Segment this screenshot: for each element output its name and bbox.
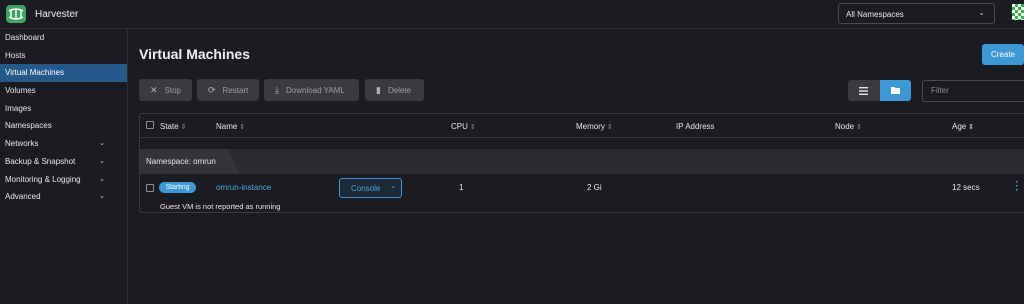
sidebar-item-volumes[interactable]: Volumes (0, 82, 127, 100)
sidebar-item-label: Monitoring & Logging (5, 174, 81, 184)
column-cpu-label: CPU (451, 122, 468, 131)
row-actions-kebab-icon[interactable]: · · · (1014, 178, 1020, 196)
sidebar-item-hosts[interactable]: Hosts (0, 47, 127, 65)
namespace-select-value: All Namespaces (846, 10, 904, 19)
restart-button[interactable]: ⟳ Restart (197, 79, 259, 101)
chevron-down-icon: ⌄ (978, 8, 985, 17)
column-memory-label: Memory (576, 122, 605, 131)
column-node[interactable]: Node ⇕ (835, 122, 862, 131)
sidebar-item-monitoring-logging[interactable]: Monitoring & Logging ⌄ (0, 171, 127, 189)
select-all-checkbox[interactable] (146, 121, 154, 129)
restart-label: Restart (222, 85, 249, 95)
download-yaml-button[interactable]: ⤓ Download YAML (264, 79, 359, 101)
column-memory[interactable]: Memory ⇕ (576, 122, 613, 131)
column-name[interactable]: Name ⇕ (216, 122, 245, 131)
download-icon: ⤓ (275, 84, 279, 95)
column-cpu[interactable]: CPU ⇕ (451, 122, 476, 131)
sidebar-item-advanced[interactable]: Advanced ⌄ (0, 188, 127, 206)
filter-input[interactable]: Filter (922, 80, 1024, 102)
list-view-button[interactable] (848, 80, 880, 101)
column-ip-label: IP Address (676, 122, 715, 131)
chevron-down-icon: ⌄ (99, 140, 105, 148)
column-state-label: State (160, 122, 179, 131)
list-icon (859, 86, 869, 95)
console-label: Console (351, 184, 381, 193)
sidebar-item-networks[interactable]: Networks ⌄ (0, 135, 127, 153)
sidebar-item-namespaces[interactable]: Namespaces (0, 117, 127, 135)
cpu-value: 1 (459, 183, 464, 192)
namespace-select[interactable]: All Namespaces ⌄ (838, 3, 995, 24)
column-name-label: Name (216, 122, 238, 131)
sidebar-item-label: Backup & Snapshot (5, 156, 76, 166)
sidebar-item-images[interactable]: Images (0, 100, 127, 118)
sort-icon: ⇕ (469, 124, 476, 131)
chevron-down-icon: ⌄ (99, 175, 105, 183)
download-yaml-label: Download YAML (285, 85, 345, 95)
sidebar-item-label: Networks (5, 139, 39, 149)
sidebar-item-label: Hosts (5, 50, 26, 60)
vm-name-link[interactable]: omrun-instance (216, 183, 271, 192)
stop-button[interactable]: ✕ Stop (139, 79, 192, 101)
sort-icon: ⇕ (180, 124, 187, 131)
view-toggle (848, 80, 911, 101)
sidebar-item-backup-snapshot[interactable]: Backup & Snapshot ⌄ (0, 153, 127, 171)
user-avatar[interactable] (1012, 4, 1024, 20)
sidebar-item-label: Advanced (5, 192, 41, 202)
column-age[interactable]: Age ⇕ (952, 122, 974, 131)
column-state[interactable]: State ⇕ (160, 122, 187, 131)
console-button[interactable]: Console ⌄ (339, 178, 402, 198)
sidebar-item-dashboard[interactable]: Dashboard (0, 29, 127, 47)
page-title: Virtual Machines (139, 46, 251, 62)
column-ip-address: IP Address (676, 122, 715, 131)
age-value: 12 secs (952, 183, 980, 192)
sort-desc-icon: ⇕ (968, 124, 975, 131)
sidebar-item-virtual-machines[interactable]: Virtual Machines (0, 64, 127, 83)
vm-table: State ⇕ Name ⇕ CPU ⇕ Memory ⇕ IP Address Nod… (139, 113, 1024, 213)
status-badge: Starting (159, 182, 196, 193)
sort-icon: ⇕ (239, 124, 246, 131)
sidebar-item-label: Volumes (5, 86, 36, 96)
chevron-down-icon[interactable]: ⌄ (390, 182, 396, 190)
refresh-icon: ⟳ (208, 84, 216, 95)
namespace-group-label: Namespace: omrun (140, 149, 240, 174)
group-by-namespace-button[interactable] (879, 80, 911, 101)
memory-value: 2 Gi (587, 183, 602, 192)
column-age-label: Age (952, 122, 967, 131)
folder-icon (890, 87, 900, 94)
close-icon: ✕ (150, 84, 158, 95)
column-node-label: Node (835, 122, 855, 131)
row-status-message: Guest VM is not reported as running (160, 202, 281, 211)
stop-label: Stop (164, 85, 182, 95)
create-button[interactable]: Create (982, 44, 1024, 65)
sort-icon: ⇕ (856, 124, 862, 131)
sidebar: Dashboard Hosts Virtual Machines Volumes… (0, 29, 128, 304)
sort-icon: ⇕ (606, 124, 613, 131)
namespace-group-row: Namespace: omrun (140, 149, 1024, 174)
delete-label: Delete (387, 85, 412, 95)
delete-button[interactable]: ▮ Delete (365, 79, 424, 101)
trash-icon: ▮ (376, 84, 381, 95)
sidebar-item-label: Namespaces (5, 121, 52, 131)
chevron-down-icon: ⌄ (99, 157, 105, 165)
chevron-down-icon: ⌄ (99, 193, 105, 201)
sidebar-item-label: Virtual Machines (5, 68, 64, 78)
row-checkbox[interactable] (146, 184, 154, 192)
table-row: Starting omrun-instance Console ⌄ 1 2 Gi… (140, 174, 1024, 214)
sidebar-item-label: Dashboard (5, 33, 45, 42)
top-bar: Harvester All Namespaces ⌄ (0, 0, 1024, 29)
app-title: Harvester (35, 9, 79, 20)
table-header: State ⇕ Name ⇕ CPU ⇕ Memory ⇕ IP Address Nod… (140, 114, 1024, 138)
harvester-logo-icon[interactable] (6, 5, 26, 23)
sidebar-item-label: Images (5, 103, 32, 113)
